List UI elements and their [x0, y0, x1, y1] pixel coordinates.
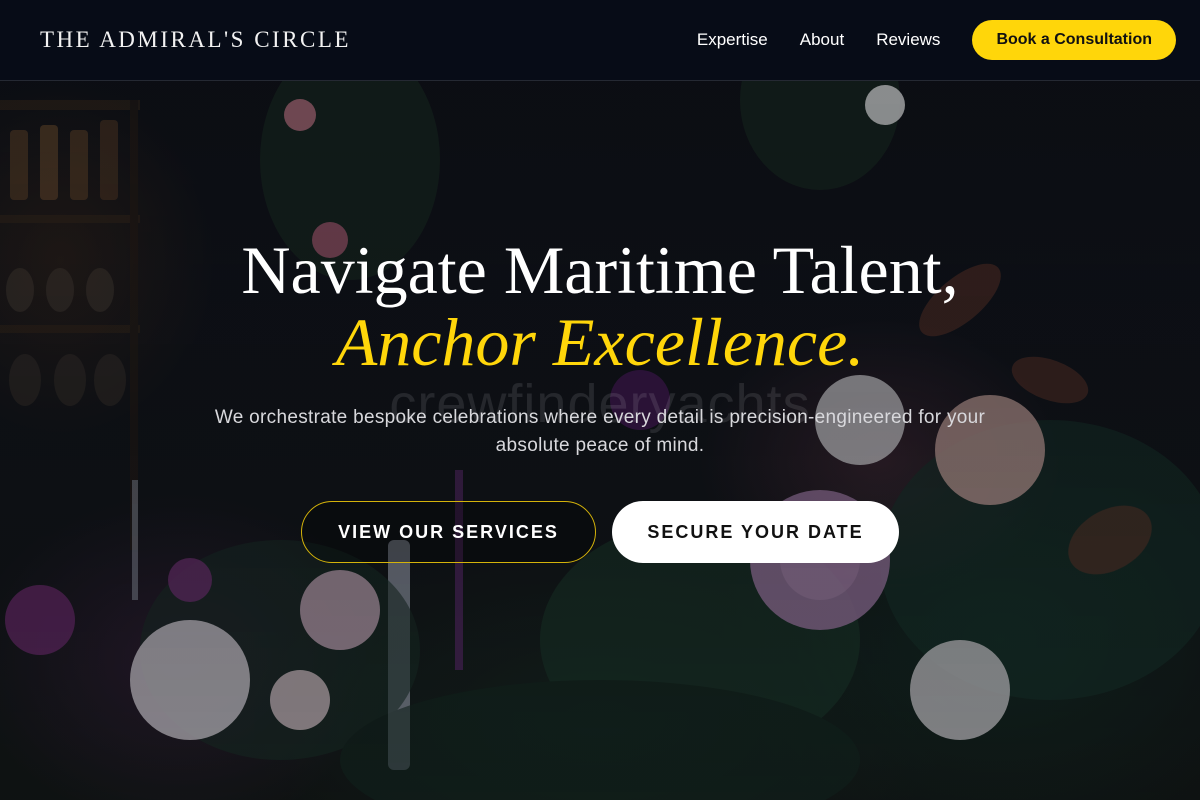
nav-link-expertise[interactable]: Expertise — [697, 30, 768, 50]
main-nav: Expertise About Reviews Book a Consultat… — [665, 20, 1176, 60]
secure-date-button[interactable]: SECURE YOUR DATE — [612, 501, 899, 563]
headline-line-1: Navigate Maritime Talent, — [241, 232, 959, 308]
headline-line-2: Anchor Excellence. — [335, 304, 865, 380]
hero-cta-row: VIEW OUR SERVICES SECURE YOUR DATE — [0, 501, 1200, 563]
book-consultation-button[interactable]: Book a Consultation — [972, 20, 1176, 60]
nav-link-about[interactable]: About — [800, 30, 844, 50]
view-services-button[interactable]: VIEW OUR SERVICES — [301, 501, 596, 563]
hero-headline: Navigate Maritime Talent, Anchor Excelle… — [0, 234, 1200, 378]
nav-link-reviews[interactable]: Reviews — [876, 30, 940, 50]
site-header: THE ADMIRAL'S CIRCLE Expertise About Rev… — [0, 0, 1200, 81]
brand-logo-text[interactable]: THE ADMIRAL'S CIRCLE — [40, 27, 351, 53]
page: THE ADMIRAL'S CIRCLE Expertise About Rev… — [0, 0, 1200, 800]
hero-subtitle: We orchestrate bespoke celebrations wher… — [214, 407, 986, 456]
hero-section: crewfinderyachts Navigate Maritime Talen… — [0, 81, 1200, 800]
